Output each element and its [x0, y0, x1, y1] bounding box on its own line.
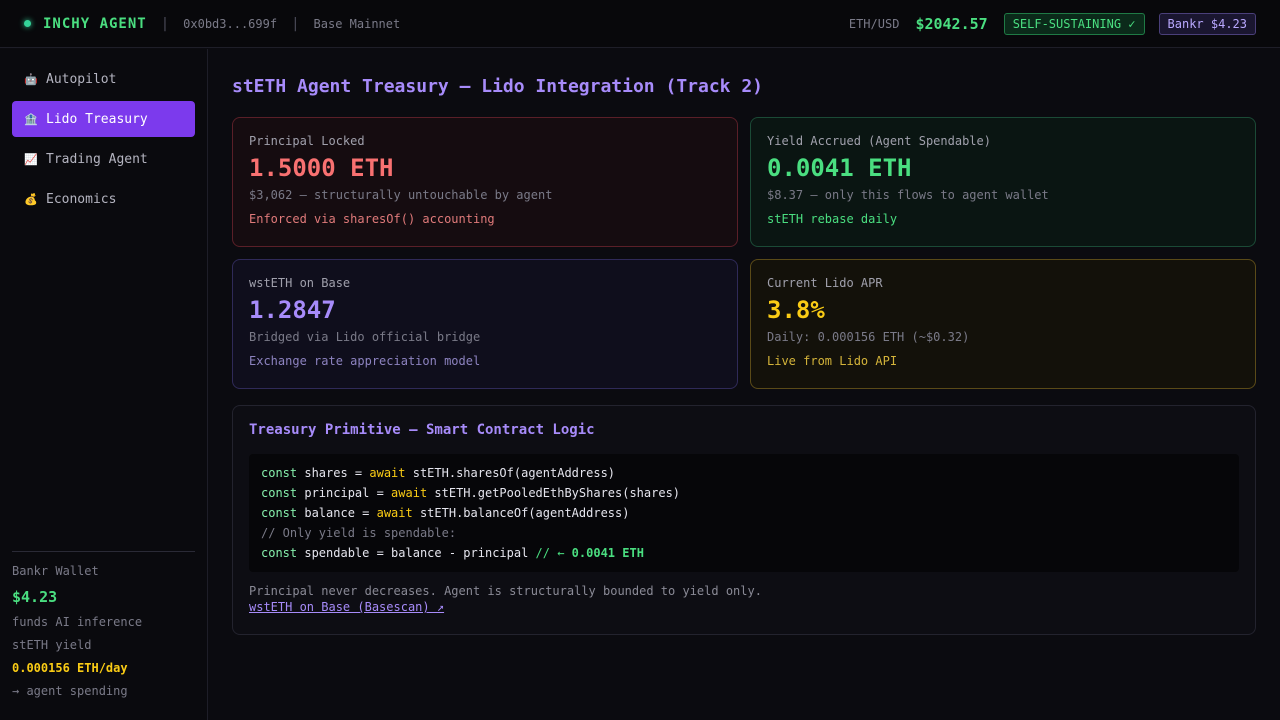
card-value: 1.2847 [249, 296, 336, 324]
card-note: Exchange rate appreciation model [249, 354, 481, 368]
code-line: const balance = await stETH.balanceOf(ag… [261, 506, 630, 520]
code-line: const principal = await stETH.getPooledE… [261, 486, 681, 500]
price-pair-label: ETH/USD [848, 16, 900, 31]
wallet-amount: $4.23 [12, 588, 58, 606]
card-note: stETH rebase daily [767, 212, 898, 226]
code-comment: // Only yield is spendable: [261, 526, 457, 540]
sidebar: 🤖 Autopilot 🏦 Lido Treasury 📈 Trading Ag… [0, 49, 208, 720]
chart-up-icon: 📈 [24, 152, 38, 166]
card-subtext: $3,062 — structurally untouchable by age… [249, 188, 553, 202]
money-bag-icon: 💰 [24, 192, 38, 206]
sidebar-item-autopilot[interactable]: 🤖 Autopilot [12, 61, 195, 97]
panel-title: Treasury Primitive — Smart Contract Logi… [249, 422, 595, 438]
topbar-right: ETH/USD $2042.57 SELF-SUSTAINING ✓ Bankr… [848, 12, 1256, 35]
status-dot-icon [24, 20, 31, 27]
wallet-address[interactable]: 0x0bd3...699f [183, 17, 277, 31]
wallet-title: Bankr Wallet [12, 564, 99, 578]
wsteth-card: wstETH on Base 1.2847 Bridged via Lido o… [232, 259, 738, 389]
sidebar-item-label: Autopilot [46, 71, 117, 87]
status-badge: SELF-SUSTAINING ✓ [1003, 12, 1145, 35]
yield-card: Yield Accrued (Agent Spendable) 0.0041 E… [750, 117, 1256, 247]
treasury-logic-panel: Treasury Primitive — Smart Contract Logi… [232, 405, 1256, 635]
bankr-wallet-panel: Bankr Wallet $4.23 funds AI inference st… [12, 551, 195, 698]
card-label: Current Lido APR [767, 276, 883, 290]
basescan-link[interactable]: wstETH on Base (Basescan) ↗ [249, 600, 444, 614]
sidebar-item-lido-treasury[interactable]: 🏦 Lido Treasury [12, 101, 195, 137]
wallet-line: stETH yield [12, 638, 92, 652]
code-block: const shares = await stETH.sharesOf(agen… [249, 454, 1239, 572]
card-note: Enforced via sharesOf() accounting [249, 212, 495, 226]
network-label: Base Mainnet [313, 16, 401, 31]
card-label: Principal Locked [249, 134, 365, 148]
wallet-line: funds AI inference [12, 615, 143, 629]
sidebar-item-label: Lido Treasury [46, 111, 148, 127]
card-label: wstETH on Base [249, 276, 351, 290]
card-value: 3.8% [767, 296, 825, 324]
principal-card: Principal Locked 1.5000 ETH $3,062 — str… [232, 117, 738, 247]
code-line: const shares = await stETH.sharesOf(agen… [261, 466, 616, 480]
card-subtext: $8.37 — only this flows to agent wallet [767, 188, 1049, 202]
wallet-line: → agent spending [12, 684, 128, 698]
page-title: stETH Agent Treasury — Lido Integration … [232, 76, 764, 97]
card-value: 1.5000 ETH [249, 154, 394, 182]
robot-icon: 🤖 [24, 72, 38, 86]
sidebar-item-trading-agent[interactable]: 📈 Trading Agent [12, 141, 195, 177]
apr-card: Current Lido APR 3.8% Daily: 0.000156 ET… [750, 259, 1256, 389]
top-bar: INCHY AGENT | 0x0bd3...699f | Base Mainn… [0, 0, 1280, 48]
card-note: Live from Lido API [767, 354, 898, 368]
card-subtext: Bridged via Lido official bridge [249, 330, 481, 344]
sidebar-item-label: Trading Agent [46, 151, 148, 167]
divider: | [291, 15, 300, 32]
sidebar-item-economics[interactable]: 💰 Economics [12, 181, 195, 217]
code-line: const spendable = balance - principal //… [261, 546, 644, 560]
app-title: INCHY AGENT [43, 15, 147, 32]
bankr-balance-badge[interactable]: Bankr $4.23 [1158, 12, 1256, 35]
eth-price: $2042.57 [915, 14, 988, 33]
divider: | [160, 15, 170, 32]
bank-icon: 🏦 [24, 112, 38, 126]
card-label: Yield Accrued (Agent Spendable) [767, 134, 991, 148]
wallet-yield-rate: 0.000156 ETH/day [12, 661, 128, 675]
card-subtext: Daily: 0.000156 ETH (~$0.32) [767, 330, 970, 344]
panel-description: Principal never decreases. Agent is stru… [249, 584, 762, 598]
sidebar-item-label: Economics [46, 191, 117, 207]
card-value: 0.0041 ETH [767, 154, 912, 182]
